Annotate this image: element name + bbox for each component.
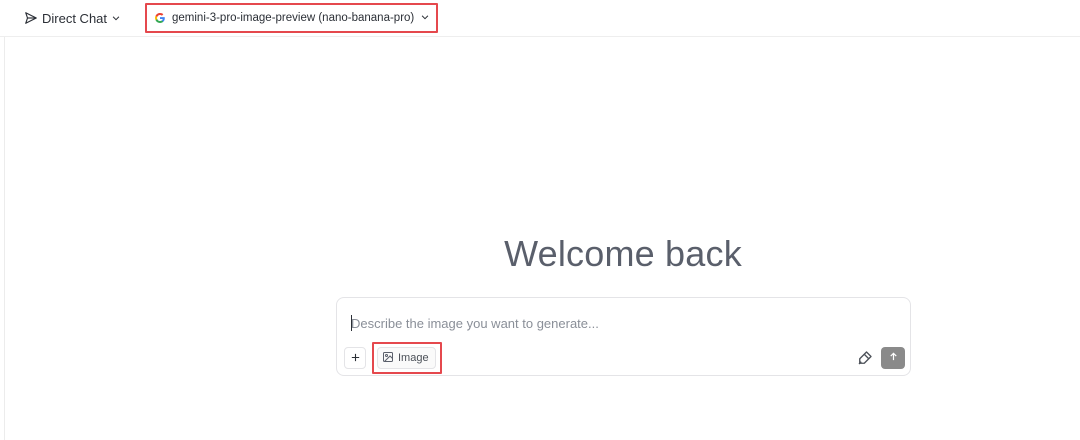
chevron-down-icon [420, 12, 430, 25]
top-bar: Direct Chat gemini-3-pro-image-preview (… [0, 0, 1080, 37]
model-selector[interactable]: gemini-3-pro-image-preview (nano-banana-… [145, 3, 438, 33]
welcome-heading: Welcome back [504, 233, 742, 274]
app-window: Direct Chat gemini-3-pro-image-preview (… [0, 0, 1080, 440]
mode-label: Direct Chat [42, 10, 108, 26]
tools-icon[interactable] [856, 349, 874, 367]
arrow-up-icon [888, 349, 899, 367]
google-icon [154, 12, 166, 24]
model-label: gemini-3-pro-image-preview (nano-banana-… [172, 12, 415, 24]
mode-switch-button[interactable]: Direct Chat [24, 9, 121, 27]
image-chip-label: Image [398, 352, 429, 364]
composer: Image [336, 297, 911, 376]
prompt-input[interactable] [351, 314, 891, 332]
image-icon [382, 351, 394, 366]
image-mode-button[interactable]: Image [377, 347, 436, 369]
text-caret [351, 315, 352, 331]
plus-icon [350, 350, 361, 367]
send-mode-icon [24, 11, 38, 25]
send-button[interactable] [881, 347, 905, 369]
image-chip-highlight: Image [372, 342, 442, 374]
add-attachment-button[interactable] [344, 347, 366, 369]
chevron-down-icon [111, 13, 121, 23]
